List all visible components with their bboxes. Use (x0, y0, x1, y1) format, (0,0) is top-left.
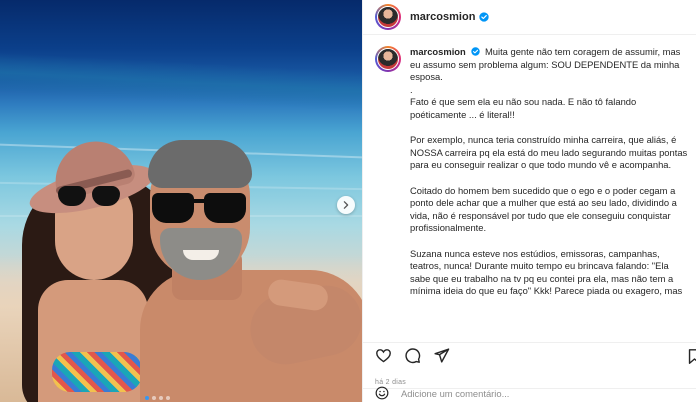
bookmark-icon (688, 349, 696, 364)
post-detail-panel: marcosmion marcosmion Muita gente não te… (362, 0, 696, 402)
verified-badge-icon (479, 12, 490, 22)
post-actions (363, 342, 696, 368)
man-smile (183, 250, 219, 260)
sea-horizon (0, 52, 362, 112)
caption-paragraph: Coitado do homem bem sucedido que o ego … (410, 184, 677, 234)
carousel-indicator (145, 396, 170, 400)
avatar[interactable] (375, 46, 401, 72)
author-username[interactable]: marcosmion (410, 11, 475, 23)
like-button[interactable] (375, 347, 392, 364)
carousel-dot (159, 396, 163, 400)
paper-plane-icon (434, 348, 450, 363)
caption-paragraph: Fato é que sem ela eu não sou nada. E nã… (410, 96, 637, 120)
caption-first-paragraph: marcosmion Muita gente não tem coragem d… (410, 46, 690, 84)
man-sunglasses (152, 193, 246, 223)
comment-bar (363, 386, 696, 402)
carousel-next-button[interactable] (337, 196, 355, 214)
caption-separator: . (410, 83, 413, 95)
man-hair (148, 140, 252, 188)
post-timestamp[interactable]: há 2 dias (375, 379, 406, 386)
woman-bikini (52, 352, 142, 392)
post-photo[interactable] (0, 0, 362, 402)
comment-icon (405, 348, 421, 364)
caption-paragraph: Suzana nunca esteve nos estúdios, emisso… (410, 247, 683, 297)
chevron-right-icon (343, 201, 349, 209)
carousel-dot (166, 396, 170, 400)
carousel-dot (152, 396, 156, 400)
comment-input[interactable] (401, 387, 601, 399)
carousel-dot (145, 396, 149, 400)
heart-icon (376, 349, 391, 363)
caption-paragraph: Por exemplo, nunca teria construído minh… (410, 134, 688, 171)
caption-username[interactable]: marcosmion (410, 46, 466, 57)
post-caption: marcosmion Muita gente não tem coragem d… (375, 46, 696, 342)
comment-button[interactable] (404, 347, 421, 364)
save-button[interactable] (686, 348, 696, 365)
smiley-icon[interactable] (375, 386, 389, 400)
avatar[interactable] (375, 4, 401, 30)
share-button[interactable] (433, 347, 450, 364)
post-header: marcosmion (363, 0, 696, 35)
verified-badge-icon (471, 47, 481, 56)
woman-sunglasses (58, 186, 122, 206)
